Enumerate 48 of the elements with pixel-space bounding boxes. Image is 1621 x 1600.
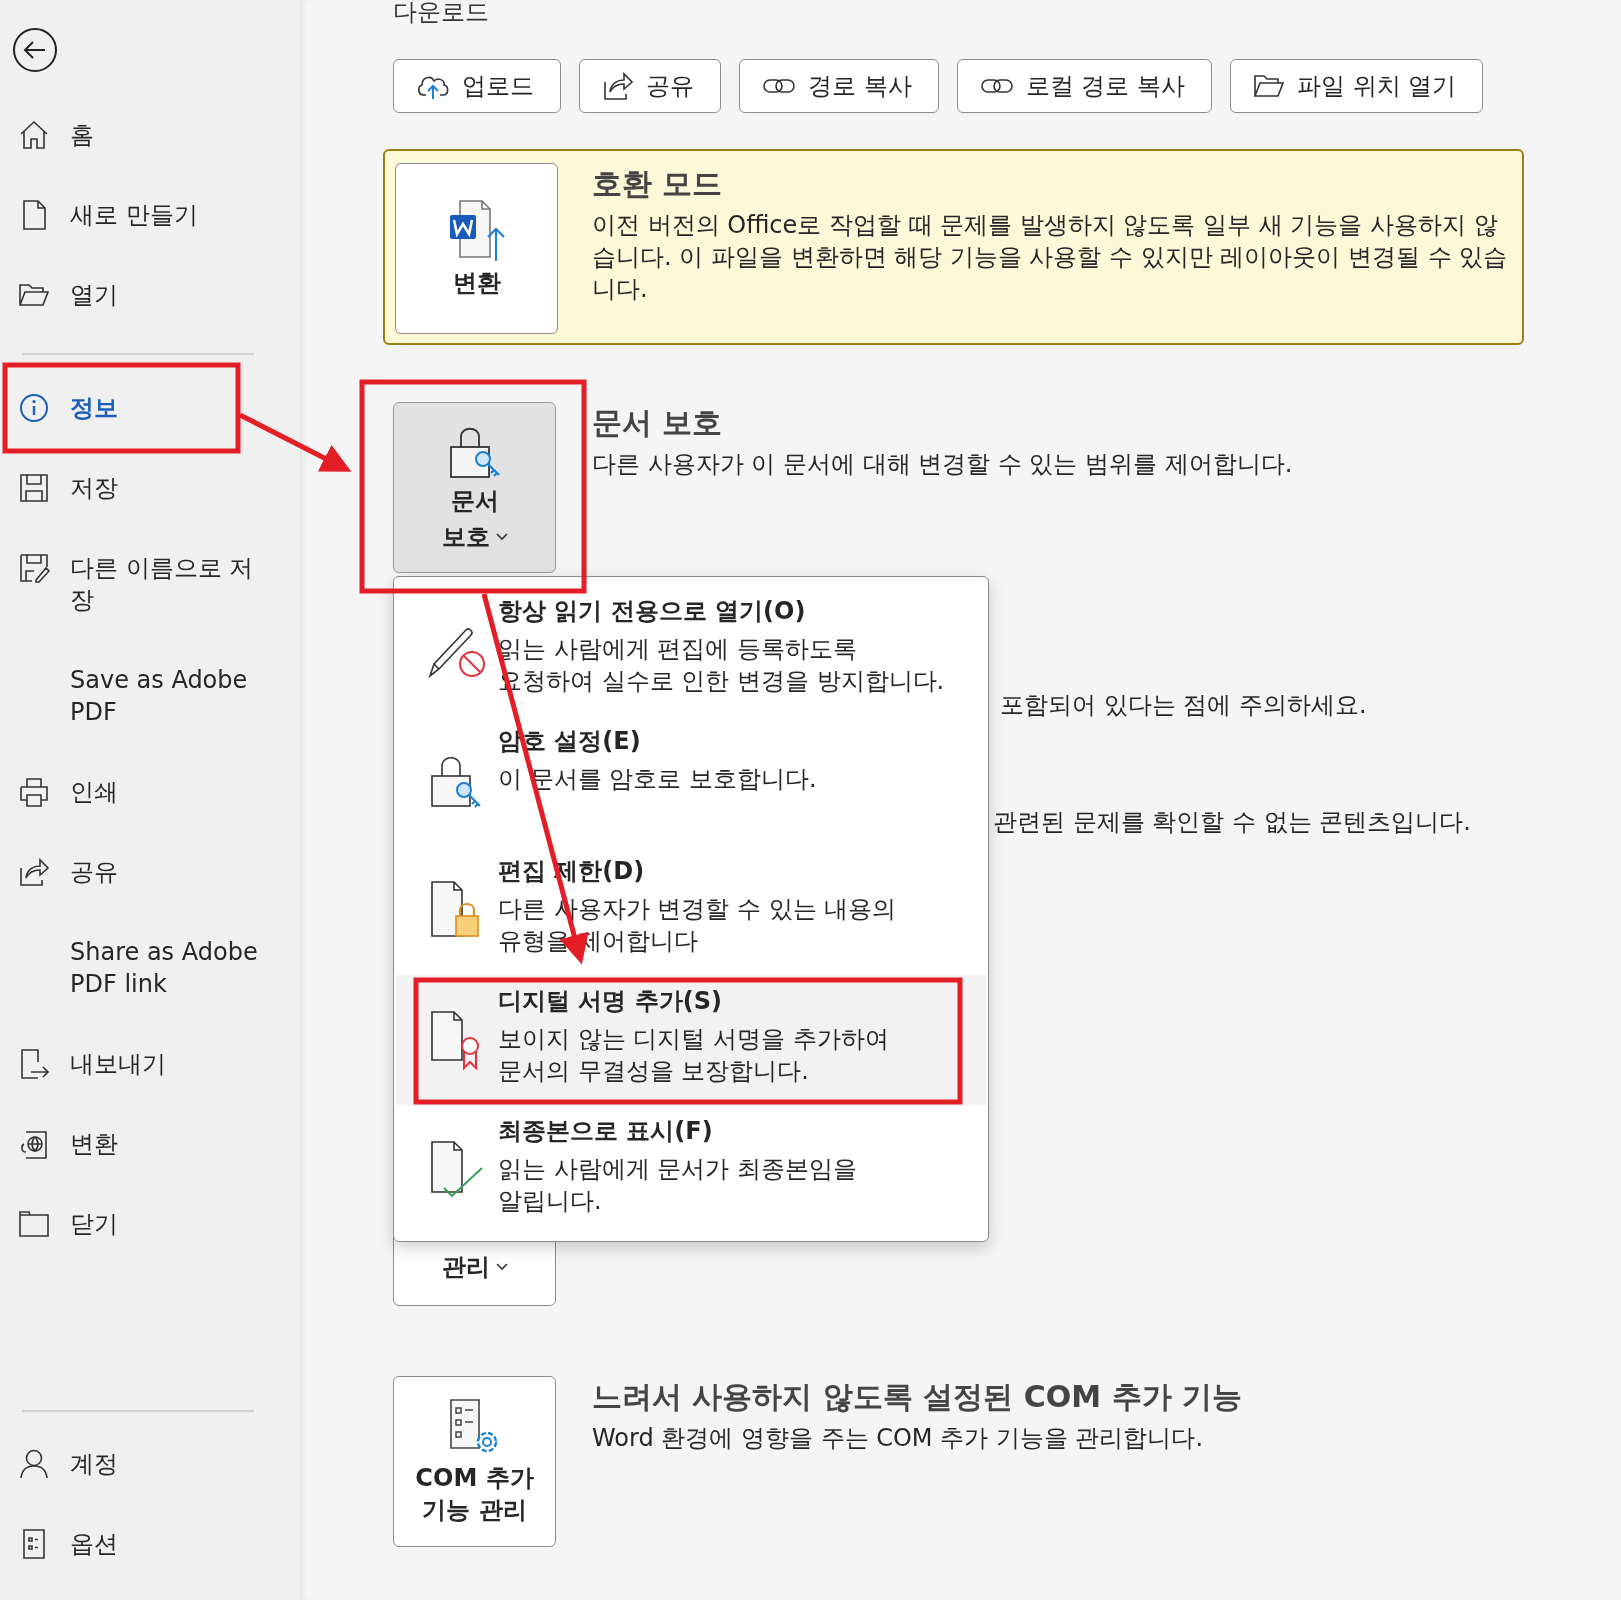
menu-item[interactable]: 디지털 서명 추가(S) 보이지 않는 디지털 서명을 추가하여 문서의 무결성을 보장합니다. [396,975,986,1105]
menu-item[interactable]: 최종본으로 표시(F) 읽는 사람에게 문서가 최종본임을 알립니다. [396,1105,986,1235]
section-heading: 다운로드 [393,0,490,24]
section-description: Word 환경에 영향을 주는 COM 추가 기능을 관리합니다. [592,1423,1205,1454]
open-location-button[interactable]: 파일 위치 열기 [1229,59,1484,113]
back-button[interactable] [12,27,58,73]
home-icon [18,119,50,151]
convert-button[interactable]: 변환 [395,163,558,334]
sidebar-item[interactable]: Save as Adobe PDF [0,664,300,776]
sidebar-item[interactable]: 옵션 [0,1528,300,1600]
folder-icon [18,1208,50,1240]
sidebar-item[interactable]: 열기 [0,279,300,359]
sidebar-item[interactable]: 인쇄 [0,776,300,856]
sidebar-item[interactable]: 다른 이름으로 저 장 [0,552,300,664]
sidebar-item[interactable]: 공유 [0,856,300,936]
upload-button[interactable]: 업로드 [393,59,561,113]
sidebar-item[interactable]: 내보내기 [0,1048,300,1128]
sidebar-item[interactable]: 홈 [0,119,300,199]
sidebar-item[interactable]: 정보 [0,392,300,472]
section-description: 관련된 문제를 확인할 수 없는 콘텐츠입니다. [993,807,1472,838]
section-description: 다른 사용자가 이 문서에 대해 변경할 수 있는 범위를 제어합니다. [592,449,1293,480]
sidebar-item[interactable]: 변환 [0,1128,300,1208]
sidebar-item[interactable]: 계정 [0,1448,300,1528]
copy-path-button[interactable]: 경로 복사 [739,59,939,113]
info-icon [18,392,50,424]
share-icon [18,856,50,888]
save-icon [18,472,50,504]
section-title: 느려서 사용하지 않도록 설정된 COM 추가 기능 [592,1380,1243,1414]
chevron-down-icon [495,1263,508,1271]
export-icon [18,1048,50,1080]
person-icon [18,1448,50,1480]
globe-document-icon [18,1128,50,1160]
sidebar-item[interactable]: Share as Adobe PDF link [0,936,300,1048]
section-description: 포함되어 있다는 점에 주의하세요. [1000,690,1368,721]
notice-title: 호환 모드 [592,167,724,201]
printer-icon [18,776,50,808]
save-as-icon [18,552,50,584]
share-icon [602,70,634,102]
com-addins-button[interactable]: COM 추가 기능 관리 [393,1376,556,1547]
chevron-down-icon [495,532,508,541]
share-button[interactable]: 공유 [579,59,721,113]
notice-text: 이전 버전의 Office로 작업할 때 문제를 발생하지 않도록 일부 새 기능을 사용하지 않 습니다. 이 파일을 변환하면 해당 기능을 사용할 수 있지만 레이아웃이 변경될 수 있습 니다. [592,210,1508,305]
copy-local-path-button[interactable]: 로컬 경로 복사 [956,59,1212,113]
section-title: 문서 보호 [592,406,724,440]
sidebar-item[interactable]: 새로 만들기 [0,199,300,279]
sidebar-item[interactable]: 저장 [0,472,300,552]
protect-document-button[interactable]: 문서 보호 [393,402,556,573]
sidebar-item[interactable]: 닫기 [0,1208,300,1288]
